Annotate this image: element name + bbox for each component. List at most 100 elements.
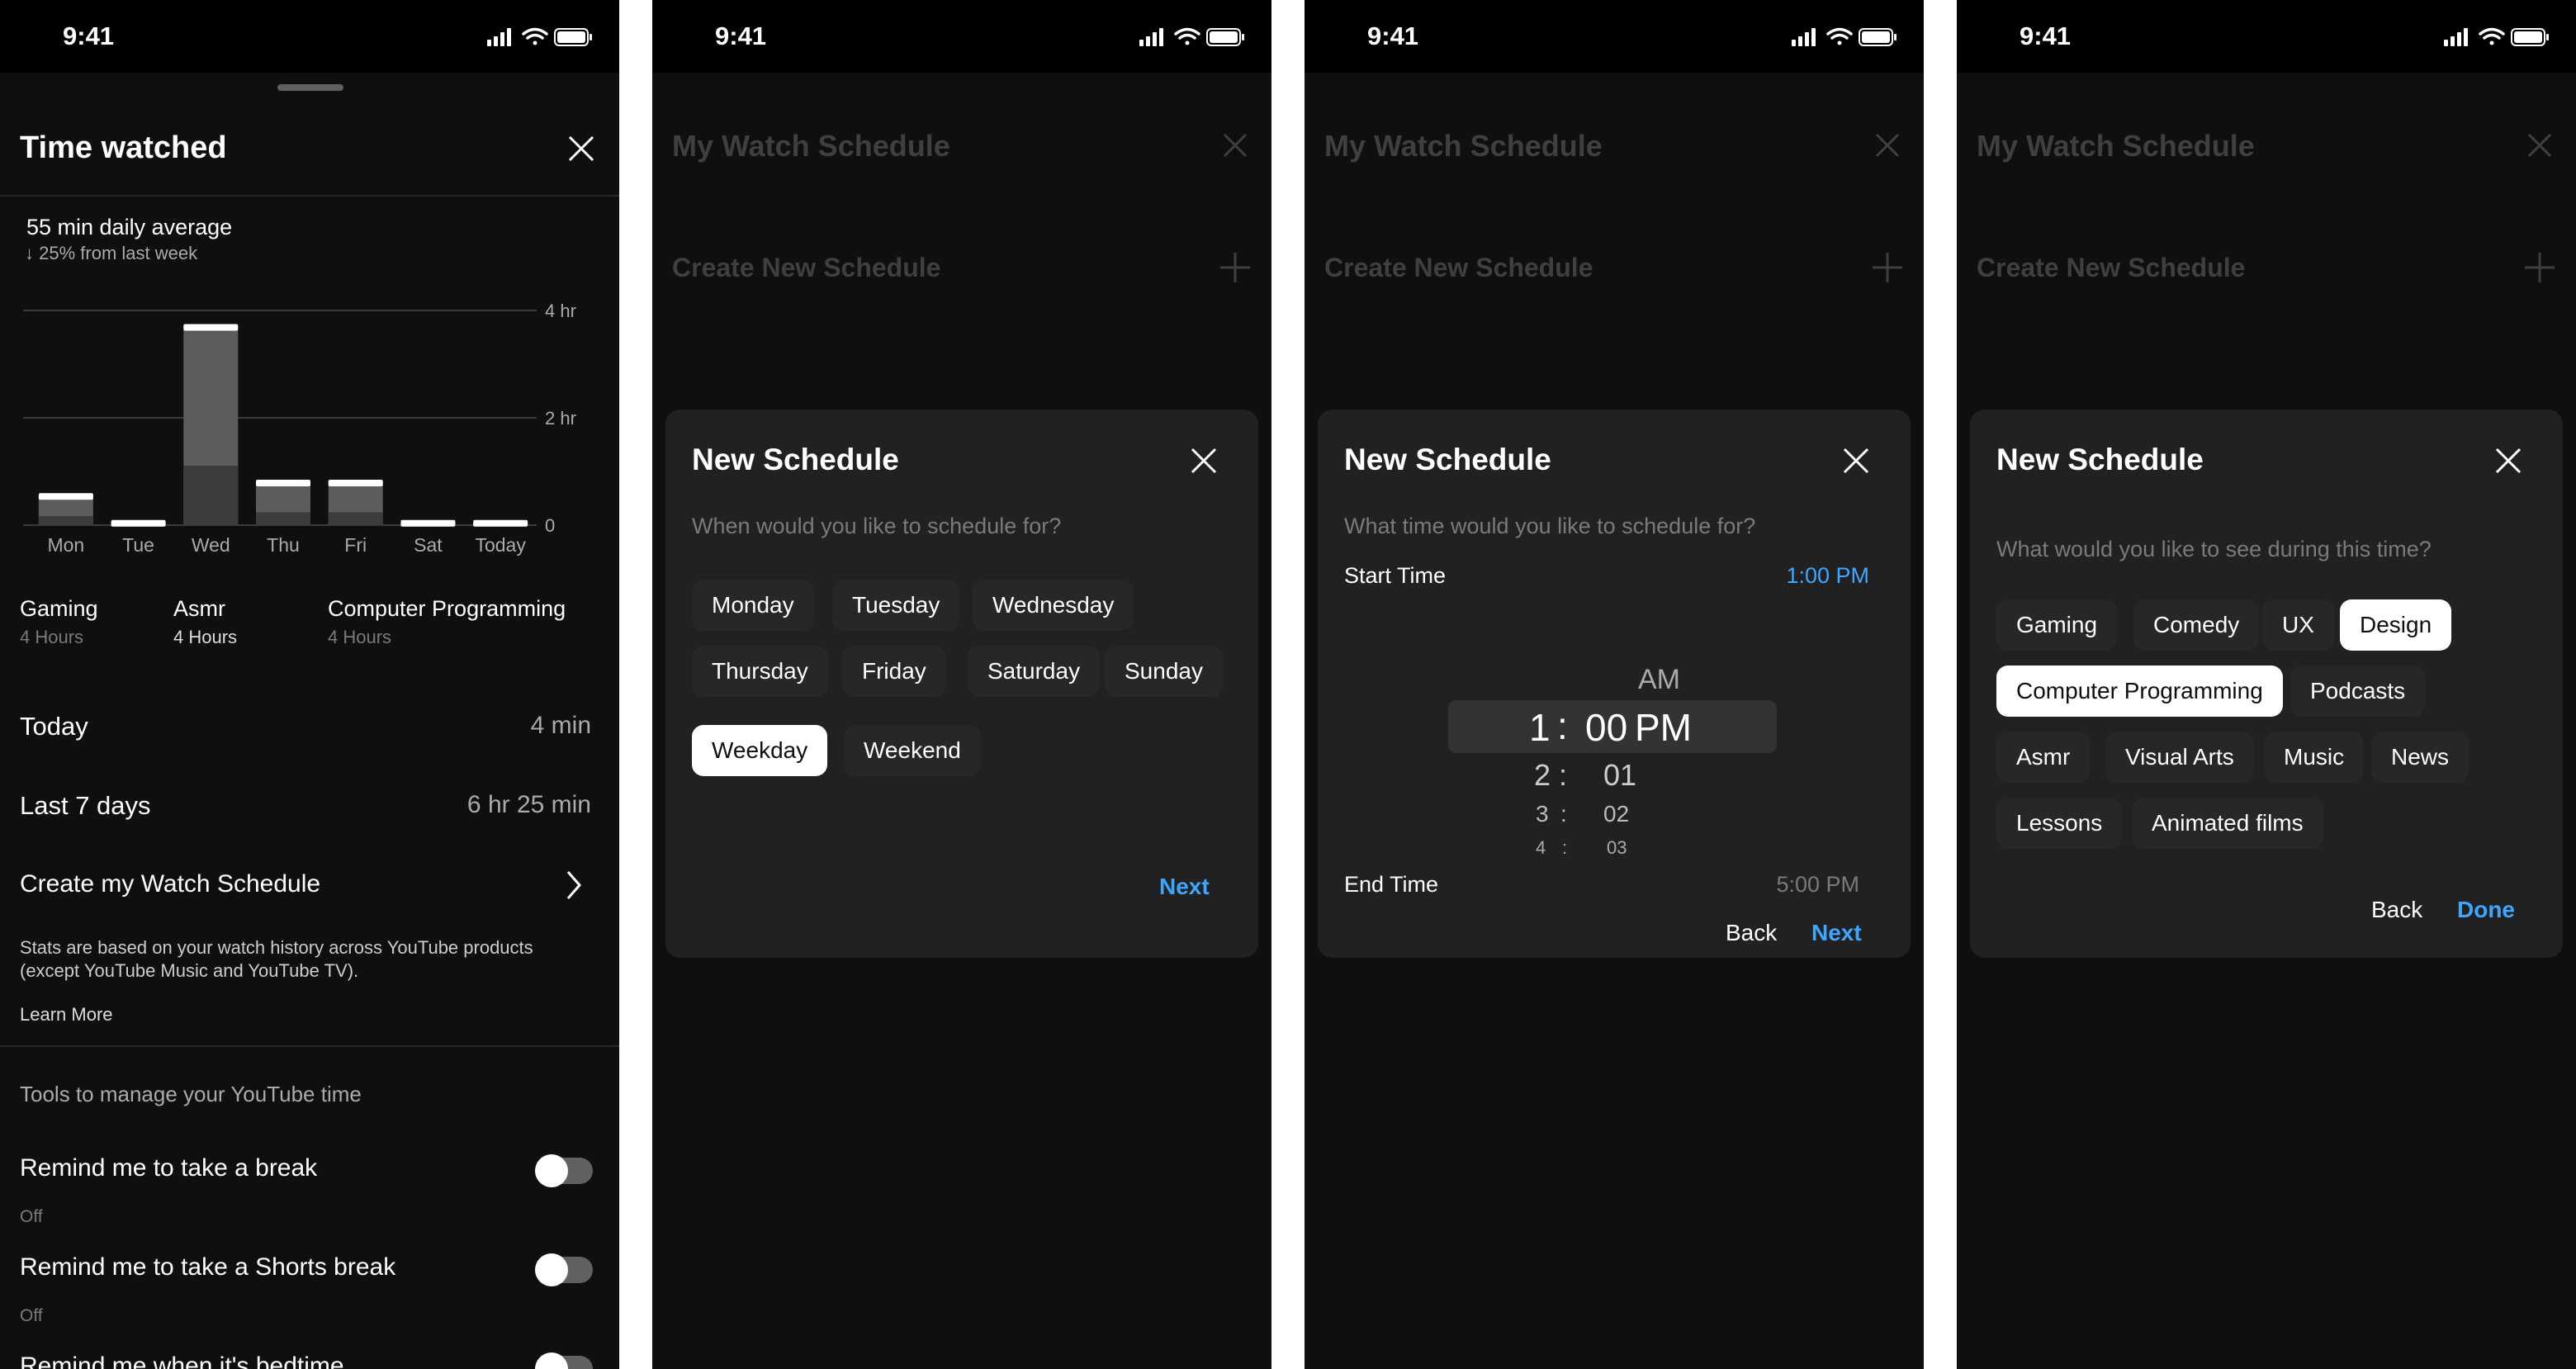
day-chip-wednesday[interactable]: Wednesday bbox=[973, 580, 1134, 631]
chart-bar[interactable] bbox=[473, 519, 528, 527]
start-time-value[interactable]: 1:00 PM bbox=[1786, 563, 1869, 589]
time-picker[interactable]: AM 1 : 00 PM 2 : 01 3 : 02 4 : 03 bbox=[1318, 657, 1911, 864]
picker-minute[interactable]: 03 bbox=[1607, 837, 1627, 859]
topic-chip-computer-programming[interactable]: Computer Programming bbox=[1996, 666, 2283, 717]
chart-bar-segment bbox=[183, 465, 239, 525]
bg-page-title: My Watch Schedule bbox=[1324, 129, 1603, 163]
close-icon[interactable] bbox=[1841, 446, 1871, 476]
shorts-toggle[interactable] bbox=[535, 1253, 593, 1286]
chart-bar[interactable] bbox=[111, 519, 166, 527]
arrow-down-icon: ↓ bbox=[25, 243, 34, 263]
picker-hour[interactable]: 4 bbox=[1536, 837, 1546, 859]
chart-bar[interactable] bbox=[400, 519, 456, 527]
phone-time-watched: 9:41 Time watched 55 min daily average ↓… bbox=[0, 0, 619, 1369]
chart-bar-segment bbox=[256, 512, 310, 525]
bedtime-toggle[interactable] bbox=[535, 1352, 593, 1369]
day-chip-weekday[interactable]: Weekday bbox=[692, 725, 828, 776]
chart-bar[interactable] bbox=[256, 480, 310, 525]
next-button[interactable]: Next bbox=[1159, 874, 1210, 900]
status-time: 9:41 bbox=[715, 21, 767, 50]
next-button[interactable]: Next bbox=[1811, 920, 1862, 946]
chart-x-tick: Fri bbox=[344, 534, 367, 556]
today-value: 4 min bbox=[530, 712, 591, 739]
chart-bar-cap bbox=[256, 480, 310, 486]
topic-chip-animated-films[interactable]: Animated films bbox=[2132, 798, 2323, 849]
create-watch-schedule-row[interactable]: Create my Watch Schedule bbox=[0, 859, 619, 910]
modal-question: When would you like to schedule for? bbox=[692, 514, 1062, 538]
topic-chip-podcasts[interactable]: Podcasts bbox=[2290, 666, 2426, 717]
create-watch-schedule-label: Create my Watch Schedule bbox=[20, 870, 321, 898]
status-bar: 9:41 bbox=[652, 0, 1271, 73]
chart-bar-cap bbox=[473, 519, 528, 527]
picker-am-option[interactable]: AM bbox=[1638, 664, 1680, 696]
picker-hour[interactable]: 3 bbox=[1536, 801, 1549, 827]
break-toggle[interactable] bbox=[535, 1154, 593, 1187]
battery-icon bbox=[1206, 28, 1244, 46]
bg-page-title: My Watch Schedule bbox=[672, 129, 950, 163]
day-chip-tuesday[interactable]: Tuesday bbox=[832, 580, 960, 631]
status-bar: 9:41 bbox=[1305, 0, 1924, 73]
chart-bar-segment bbox=[38, 516, 93, 525]
toggle-shorts-label: Remind me to take a Shorts break bbox=[20, 1253, 396, 1281]
status-bar: 9:41 bbox=[0, 0, 619, 73]
toggle-knob bbox=[535, 1253, 568, 1286]
picker-minute[interactable]: 02 bbox=[1603, 801, 1629, 827]
day-chip-friday[interactable]: Friday bbox=[842, 646, 946, 697]
close-icon[interactable] bbox=[1189, 446, 1219, 476]
category-gaming: Gaming 4 Hours bbox=[20, 596, 98, 648]
day-chip-weekend[interactable]: Weekend bbox=[844, 725, 981, 776]
wifi-icon bbox=[1174, 27, 1200, 45]
topic-chip-gaming[interactable]: Gaming bbox=[1996, 599, 2118, 651]
topic-chip-visual-arts[interactable]: Visual Arts bbox=[2105, 732, 2254, 783]
done-button[interactable]: Done bbox=[2457, 897, 2515, 923]
status-icons bbox=[487, 27, 592, 46]
chart-bar-cap bbox=[183, 324, 239, 331]
chart-bar[interactable] bbox=[38, 493, 93, 525]
toggle-knob bbox=[535, 1352, 568, 1369]
status-time: 9:41 bbox=[63, 21, 115, 50]
day-chip-monday[interactable]: Monday bbox=[692, 580, 814, 631]
tools-heading: Tools to manage your YouTube time bbox=[20, 1082, 362, 1106]
week-value: 6 hr 25 min bbox=[466, 791, 591, 818]
modal-question: What would you like to see during this t… bbox=[1996, 537, 2432, 561]
day-chip-saturday[interactable]: Saturday bbox=[968, 646, 1101, 697]
divider bbox=[0, 1045, 619, 1047]
new-schedule-modal: New Schedule What would you like to see … bbox=[1970, 410, 2563, 958]
watch-time-chart: 4 hr 2 hr 0 Mon Tue Wed Thu Fri Sat Today bbox=[23, 301, 576, 556]
picker-minute[interactable]: 01 bbox=[1603, 758, 1636, 793]
topic-chip-music[interactable]: Music bbox=[2264, 732, 2365, 783]
modal-question: What time would you like to schedule for… bbox=[1344, 514, 1756, 538]
back-button[interactable]: Back bbox=[1726, 920, 1777, 946]
drag-handle[interactable] bbox=[277, 84, 343, 91]
modal-title: New Schedule bbox=[1996, 443, 2204, 476]
topic-chip-ux[interactable]: UX bbox=[2262, 599, 2334, 651]
learn-more-link[interactable]: Learn More bbox=[20, 1004, 113, 1026]
picker-colon: : bbox=[1560, 801, 1567, 827]
signal-icon bbox=[487, 28, 511, 46]
signal-icon bbox=[2444, 28, 2468, 46]
bg-create-label: Create New Schedule bbox=[672, 253, 941, 282]
picker-selected-period: PM bbox=[1635, 706, 1692, 749]
bg-create-label: Create New Schedule bbox=[1324, 253, 1593, 282]
topic-chip-asmr[interactable]: Asmr bbox=[1996, 732, 2091, 783]
wifi-icon bbox=[2479, 27, 2505, 45]
day-chip-thursday[interactable]: Thursday bbox=[692, 646, 828, 697]
day-chip-sunday[interactable]: Sunday bbox=[1105, 646, 1223, 697]
chart-x-tick: Today bbox=[475, 534, 526, 556]
phone-schedule-days: 9:41 My Watch Schedule Create New Schedu… bbox=[652, 0, 1271, 1369]
picker-colon: : bbox=[1559, 758, 1568, 792]
back-button[interactable]: Back bbox=[2371, 897, 2422, 923]
topic-chip-news[interactable]: News bbox=[2371, 732, 2469, 783]
close-icon[interactable] bbox=[2493, 446, 2523, 476]
close-icon[interactable] bbox=[566, 134, 596, 163]
category-name: Computer Programming bbox=[328, 596, 566, 621]
chart-bar-cap bbox=[38, 493, 93, 500]
chart-bar[interactable] bbox=[183, 324, 239, 526]
topic-chip-comedy[interactable]: Comedy bbox=[2133, 599, 2260, 651]
topic-chip-design[interactable]: Design bbox=[2340, 599, 2452, 651]
end-time-value[interactable]: 5:00 PM bbox=[1776, 872, 1859, 898]
chart-bar[interactable] bbox=[328, 480, 383, 525]
topic-chip-lessons[interactable]: Lessons bbox=[1996, 798, 2123, 849]
picker-hour[interactable]: 2 bbox=[1534, 758, 1551, 793]
today-label: Today bbox=[20, 712, 88, 741]
